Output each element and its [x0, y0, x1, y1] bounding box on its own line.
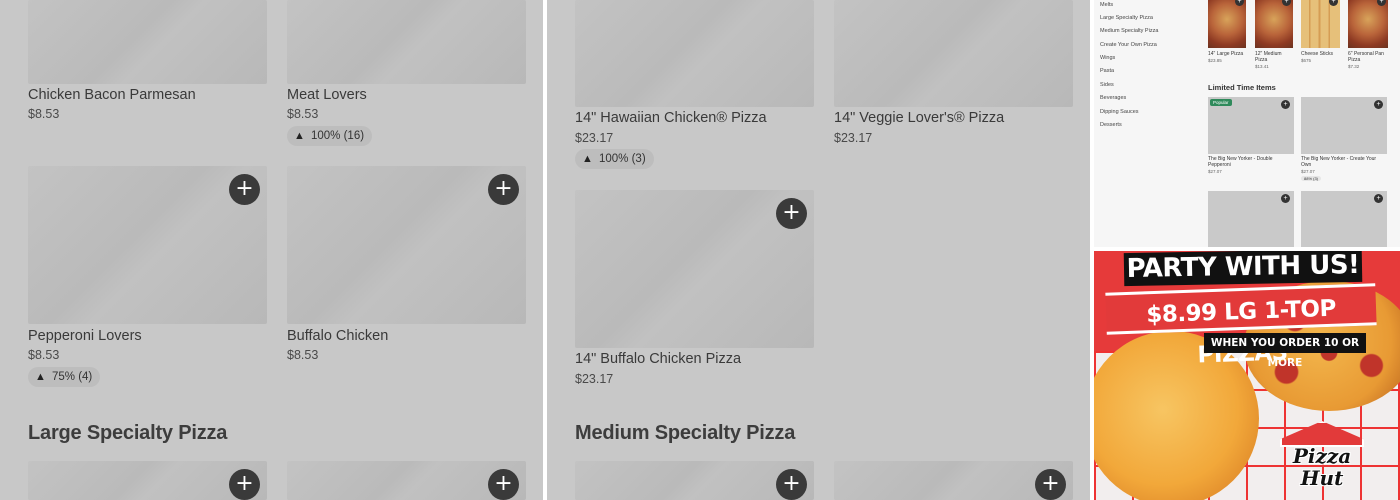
item-name: 14" Hawaiian Chicken® Pizza — [575, 110, 767, 126]
menu-item-card[interactable]: + — [575, 461, 814, 500]
thumbs-up-icon: ▲ — [35, 371, 46, 383]
item-name: The Big New Yorker - Create Your Own — [1301, 156, 1377, 168]
item-price: $13.41 — [1255, 64, 1269, 69]
item-name: 12" Medium Pizza — [1255, 51, 1282, 63]
rating-badge: ▲ 75% (4) — [28, 367, 101, 387]
mini-item-card[interactable]: + — [1301, 191, 1387, 247]
item-image — [1255, 0, 1293, 48]
add-item-button[interactable]: + — [1374, 194, 1383, 203]
rating-text: 100% (3) — [599, 153, 646, 165]
item-image — [1348, 0, 1388, 48]
nav-item-medium-specialty[interactable]: Medium Specialty Pizza — [1100, 28, 1158, 34]
item-price: $675 — [1301, 58, 1312, 63]
item-price: $27.07 — [1301, 169, 1315, 174]
add-item-button[interactable]: + — [1035, 469, 1066, 500]
item-price: $23.17 — [575, 372, 614, 386]
logo-line-2: Hut — [1300, 466, 1344, 490]
add-item-button[interactable]: + — [229, 469, 260, 500]
mini-item-card[interactable]: Popular + The Big New Yorker - Double Pe… — [1208, 97, 1294, 185]
item-name: Chicken Bacon Parmesan — [28, 87, 196, 103]
item-price: $8.53 — [287, 348, 319, 362]
rating-text: 75% (4) — [52, 371, 93, 383]
thumbs-up-icon: ▲ — [294, 130, 305, 142]
mini-item-card[interactable]: + — [1208, 191, 1294, 247]
item-image — [834, 0, 1073, 107]
nav-item-pasta[interactable]: Pasta — [1100, 68, 1114, 74]
item-name: The Big New Yorker - Double Pepperoni — [1208, 156, 1273, 168]
add-item-button[interactable]: + — [1281, 100, 1290, 109]
promo-banner[interactable]: PARTY WITH US! $8.99 LG 1-TOP PIZZAS WHE… — [1094, 251, 1400, 500]
item-name: 6" Personal Pan Pizza — [1348, 51, 1384, 63]
add-item-button[interactable]: + — [488, 174, 519, 205]
add-item-button[interactable]: + — [488, 469, 519, 500]
nav-item-large-specialty[interactable]: Large Specialty Pizza — [1100, 15, 1153, 21]
item-image — [1208, 0, 1246, 48]
nav-item-dipping-sauces[interactable]: Dipping Sauces — [1100, 109, 1139, 115]
promo-subline: WHEN YOU ORDER 10 OR MORE — [1204, 333, 1366, 369]
item-image — [575, 0, 814, 107]
nav-item-melts[interactable]: Melts — [1100, 2, 1113, 8]
add-item-button[interactable]: + — [1374, 100, 1383, 109]
rating-badge: ▲ 100% (3) — [575, 149, 654, 169]
mini-item-card[interactable]: + 12" Medium Pizza $13.41 — [1255, 0, 1293, 70]
item-image — [287, 0, 526, 84]
rating-badge: 88% (3) — [1301, 176, 1322, 181]
nav-item-create-your-own[interactable]: Create Your Own Pizza — [1100, 42, 1157, 48]
mini-item-card[interactable]: + Cheese Sticks $675 — [1301, 0, 1340, 70]
item-price: $8.53 — [287, 107, 319, 121]
item-name: 14" Large Pizza — [1208, 51, 1244, 57]
menu-item-card[interactable]: 14" Hawaiian Chicken® Pizza $23.17 ▲ 100… — [575, 0, 814, 175]
item-image — [1301, 0, 1340, 48]
rating-badge: ▲ 100% (16) — [287, 126, 373, 146]
mini-item-card[interactable]: + 6" Personal Pan Pizza $7.32 — [1348, 0, 1388, 70]
nav-item-beverages[interactable]: Beverages — [1100, 95, 1126, 101]
menu-item-card[interactable]: + Buffalo Chicken $8.53 — [287, 166, 526, 366]
menu-item-card[interactable]: Chicken Bacon Parmesan $8.53 — [28, 0, 267, 150]
add-item-button[interactable]: + — [1281, 194, 1290, 203]
mini-item-card[interactable]: + 14" Large Pizza $23.85 — [1208, 0, 1246, 70]
item-price: $27.07 — [1208, 169, 1222, 174]
item-price: $8.53 — [28, 107, 60, 121]
menu-overview-panel: Melts Large Specialty Pizza Medium Speci… — [1094, 0, 1400, 247]
section-title: Large Specialty Pizza — [28, 422, 228, 444]
item-price: $23.17 — [575, 131, 614, 145]
add-item-button[interactable]: + — [776, 469, 807, 500]
item-name: Cheese Sticks — [1301, 51, 1333, 57]
nav-item-desserts[interactable]: Desserts — [1100, 122, 1122, 128]
menu-item-card[interactable]: + 14" Buffalo Chicken Pizza $23.17 — [575, 190, 814, 390]
mini-item-card[interactable]: + The Big New Yorker - Create Your Own $… — [1301, 97, 1387, 185]
menu-item-card[interactable]: 14" Veggie Lover's® Pizza $23.17 — [834, 0, 1073, 150]
nav-item-wings[interactable]: Wings — [1100, 55, 1115, 61]
logo-text: Pizza Hut — [1270, 445, 1374, 489]
thumbs-up-icon: ▲ — [582, 153, 593, 165]
logo-line-1: Pizza — [1292, 444, 1352, 468]
item-price: $8.53 — [28, 348, 60, 362]
item-name: Pepperoni Lovers — [28, 328, 142, 344]
menu-panel-left: Chicken Bacon Parmesan $8.53 Meat Lovers… — [0, 0, 543, 500]
pizza-hut-logo: Pizza Hut — [1270, 419, 1374, 499]
menu-item-card[interactable]: + — [834, 461, 1073, 500]
item-name: 14" Buffalo Chicken Pizza — [575, 351, 742, 367]
menu-item-card[interactable]: + — [28, 461, 267, 500]
item-name: 14" Veggie Lover's® Pizza — [834, 110, 1005, 126]
section-title: Limited Time Items — [1208, 83, 1276, 92]
menu-item-card[interactable]: + — [287, 461, 526, 500]
item-image — [28, 0, 267, 84]
add-item-button[interactable]: + — [776, 198, 807, 229]
menu-item-card[interactable]: Meat Lovers $8.53 ▲ 100% (16) — [287, 0, 526, 150]
item-price: $23.85 — [1208, 58, 1222, 63]
rating-text: 100% (16) — [311, 130, 365, 142]
section-title: Medium Specialty Pizza — [575, 422, 796, 444]
menu-panel-middle: 14" Hawaiian Chicken® Pizza $23.17 ▲ 100… — [547, 0, 1090, 500]
promo-headline: PARTY WITH US! — [1123, 251, 1363, 287]
promo-price: $8.99 LG 1-TOP PIZZAS — [1105, 283, 1377, 369]
add-item-button[interactable]: + — [229, 174, 260, 205]
item-name: Buffalo Chicken — [287, 328, 389, 344]
popular-badge: Popular — [1210, 99, 1232, 106]
item-price: $23.17 — [834, 131, 873, 145]
item-name: Meat Lovers — [287, 87, 367, 103]
nav-item-sides[interactable]: Sides — [1100, 82, 1114, 88]
menu-item-card[interactable]: + Pepperoni Lovers $8.53 ▲ 75% (4) — [28, 166, 267, 396]
item-price: $7.32 — [1348, 64, 1360, 69]
